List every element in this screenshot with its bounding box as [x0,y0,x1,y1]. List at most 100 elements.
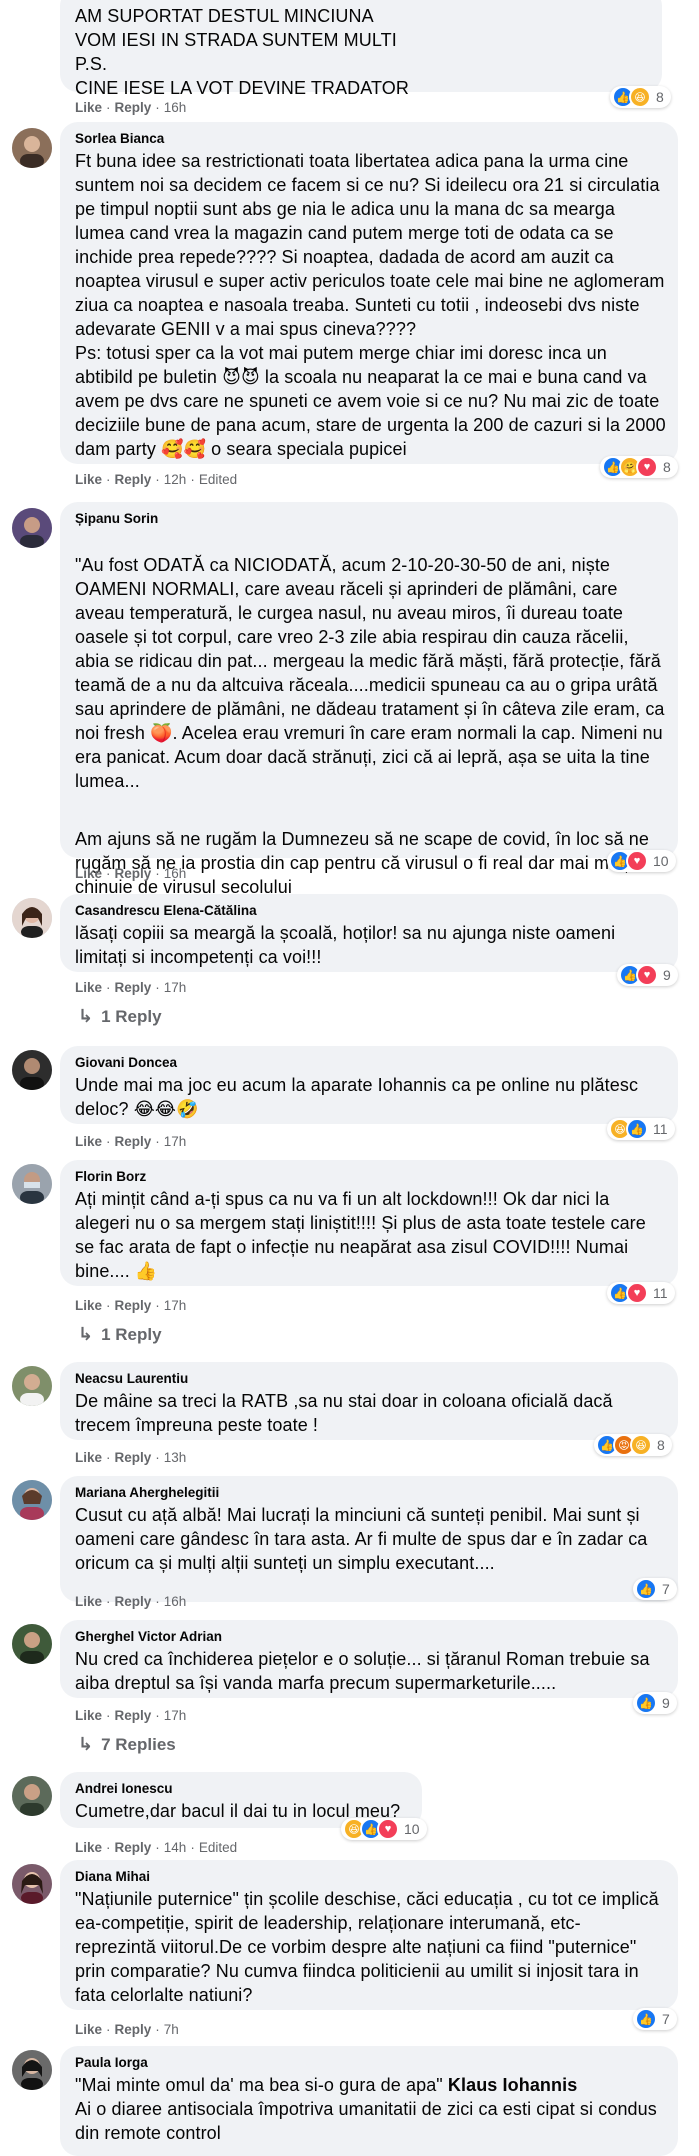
like-button[interactable]: Like [75,472,102,487]
avatar[interactable] [12,508,52,548]
laugh-emoji-icon: 😆 [629,86,651,108]
comment-bubble: Șipanu Sorin "Au fost ODATĂ ca NICIODATĂ… [60,502,678,897]
reaction-count: 10 [653,853,669,869]
comment-timestamp[interactable]: 17h [164,1134,187,1149]
reply-button[interactable]: Reply [115,1134,152,1149]
thumbs-up-icon: 👍 [635,2008,657,2030]
like-button[interactable]: Like [75,980,102,995]
reply-button[interactable]: Reply [115,980,152,995]
comment-bubble: Mariana Aherghelegitii Cusut cu ață albă… [60,1476,678,1602]
reaction-summary[interactable]: 👍 ♥ 11 [607,1282,675,1304]
comment-timestamp[interactable]: 16h [164,866,187,881]
laugh-emoji-icon: 😆 [630,1434,652,1456]
reaction-summary[interactable]: 👍 😆 8 [610,86,671,108]
reply-arrow-icon: ↳ [78,1324,94,1344]
reply-button[interactable]: Reply [115,1594,152,1609]
reply-button[interactable]: Reply [115,100,152,115]
comment-author[interactable]: Mariana Aherghelegitii [75,1484,666,1501]
mention-tag[interactable]: Klaus Iohannis [448,2075,577,2095]
reaction-summary[interactable]: 👍 😡 😆 8 [594,1434,672,1456]
reaction-summary[interactable]: 😆 👍 ♥ 10 [341,1818,427,1840]
avatar[interactable] [12,898,52,938]
reaction-summary[interactable]: 👍 ♥ 9 [617,964,678,986]
like-button[interactable]: Like [75,100,102,115]
comment-timestamp[interactable]: 7h [164,2022,179,2037]
reply-button[interactable]: Reply [115,2022,152,2037]
reaction-summary[interactable]: 👍 9 [633,1692,677,1714]
thumbs-up-icon: 👍 [626,1118,648,1140]
like-button[interactable]: Like [75,866,102,881]
comment-author[interactable]: Florin Borz [75,1168,666,1185]
avatar[interactable] [12,1624,52,1664]
like-button[interactable]: Like [75,1134,102,1149]
comment-author[interactable]: Gherghel Victor Adrian [75,1628,666,1645]
comment-actions: Like · Reply · 7h [75,2022,179,2037]
like-button[interactable]: Like [75,1298,102,1313]
comment-actions: Like · Reply · 17h [75,980,187,995]
comment-author[interactable]: Andrei Ionescu [75,1780,410,1797]
reaction-summary[interactable]: 👍 7 [633,2008,677,2030]
comment-thread: AM SUPORTAT DESTUL MINCIUNA VOM IESI IN … [0,0,699,2156]
comment-timestamp[interactable]: 13h [164,1450,187,1465]
reaction-summary[interactable]: 👍 🤗 ♥ 8 [600,456,678,478]
comment-bubble: Sorlea Bianca Ft buna idee sa restrictio… [60,122,678,464]
reaction-count: 9 [662,1695,670,1711]
reaction-summary[interactable]: 👍 7 [633,1578,677,1600]
view-replies-link[interactable]: ↳ 1 Reply [78,1324,162,1345]
comment-timestamp[interactable]: 12h [164,472,187,487]
thumbs-up-icon: 👍 [635,1692,657,1714]
comment-actions: Like · Reply · 14h · Edited [75,1840,238,1855]
reply-button[interactable]: Reply [115,866,152,881]
reaction-count: 9 [663,967,671,983]
comment-timestamp[interactable]: 16h [164,1594,187,1609]
like-button[interactable]: Like [75,2022,102,2037]
reply-button[interactable]: Reply [115,1840,152,1855]
like-button[interactable]: Like [75,1708,102,1723]
comment-actions: Like · Reply · 16h [75,1594,187,1609]
like-button[interactable]: Like [75,1594,102,1609]
comment-actions: Like · Reply · 12h · Edited [75,472,238,487]
comment-author[interactable]: Casandrescu Elena-Cătălina [75,902,666,919]
replies-count: 1 Reply [101,1325,162,1344]
view-replies-link[interactable]: ↳ 1 Reply [78,1006,162,1027]
heart-icon: ♥ [636,456,658,478]
avatar[interactable] [12,1864,52,1904]
comment-timestamp[interactable]: 16h [164,100,187,115]
comment-author[interactable]: Sorlea Bianca [75,130,666,147]
comment-author[interactable]: Neacsu Laurentiu [75,1370,666,1387]
reply-button[interactable]: Reply [115,1450,152,1465]
view-replies-link[interactable]: ↳ 7 Replies [78,1734,176,1755]
like-button[interactable]: Like [75,1450,102,1465]
comment-author[interactable]: Giovani Doncea [75,1054,666,1071]
comment-text: lăsați copiii sa meargă la școală, hoțil… [75,923,616,967]
comment-paragraph: Am ajuns să ne rugăm la Dumnezeu să ne s… [75,829,657,897]
avatar[interactable] [12,2050,52,2090]
like-button[interactable]: Like [75,1840,102,1855]
comment-author[interactable]: Paula Iorga [75,2054,666,2071]
comment-timestamp[interactable]: 17h [164,980,187,995]
avatar[interactable] [12,1366,52,1406]
reaction-summary[interactable]: 👍 ♥ 10 [607,850,676,872]
comment-author[interactable]: Diana Mihai [75,1868,666,1885]
avatar[interactable] [12,128,52,168]
comment-bubble: Neacsu Laurentiu De mâine sa treci la RA… [60,1362,678,1440]
comment-timestamp[interactable]: 17h [164,1298,187,1313]
avatar[interactable] [12,1164,52,1204]
reaction-summary[interactable]: 😆 👍 11 [607,1118,675,1140]
reply-arrow-icon: ↳ [78,1006,94,1026]
comment-author[interactable]: Șipanu Sorin [75,510,666,527]
comment-text-part: Ai o diaree antisociala împotriva umanit… [75,2099,657,2143]
comment-actions: Like · Reply · 16h [75,100,187,115]
comment-bubble: Paula Iorga "Mai minte omul da' ma bea s… [60,2046,678,2156]
replies-count: 1 Reply [101,1007,162,1026]
reply-button[interactable]: Reply [115,472,152,487]
reply-button[interactable]: Reply [115,1708,152,1723]
avatar[interactable] [12,1776,52,1816]
comment-timestamp[interactable]: 14h [164,1840,187,1855]
avatar[interactable] [12,1480,52,1520]
heart-icon: ♥ [626,850,648,872]
comment-text: AM SUPORTAT DESTUL MINCIUNA VOM IESI IN … [75,6,409,98]
reply-button[interactable]: Reply [115,1298,152,1313]
comment-timestamp[interactable]: 17h [164,1708,187,1723]
avatar[interactable] [12,1050,52,1090]
